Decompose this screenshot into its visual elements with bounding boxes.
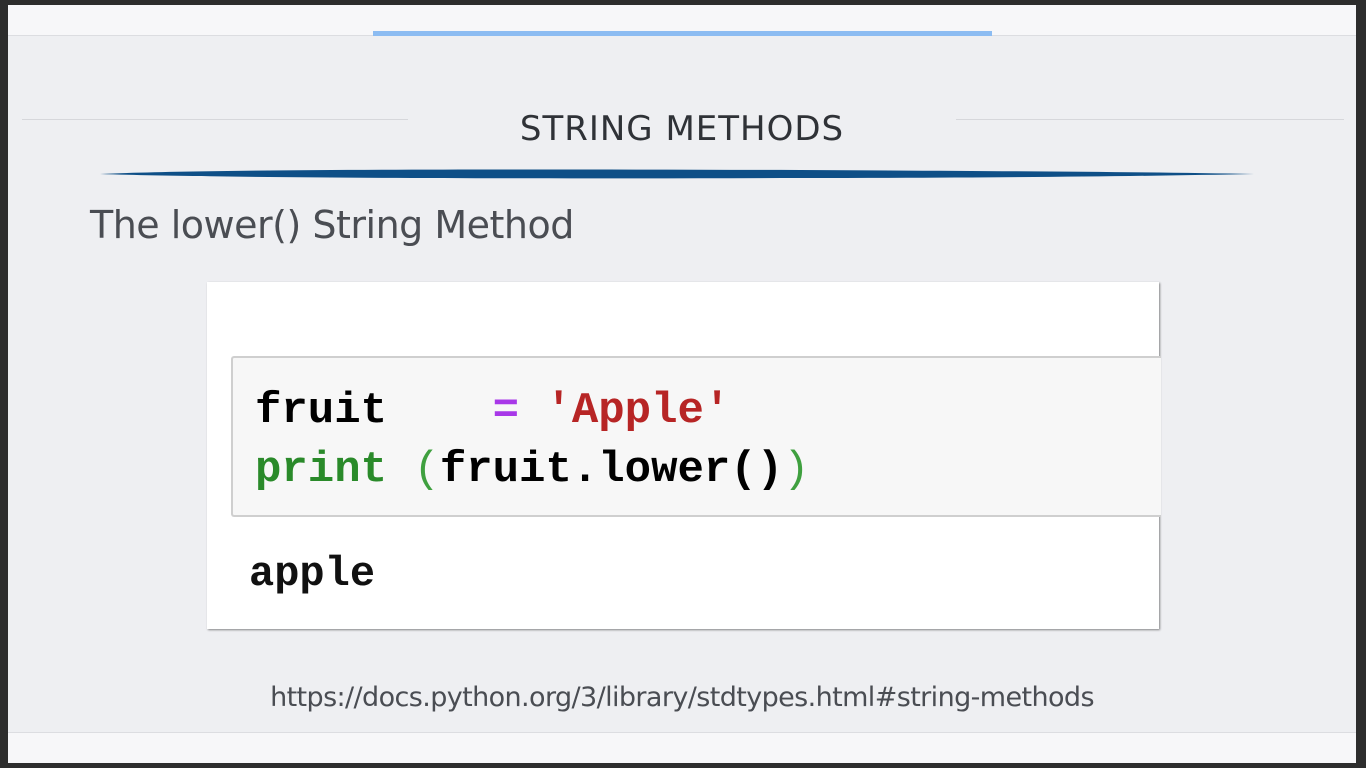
code-operator: = xyxy=(492,386,520,436)
reference-url: https://docs.python.org/3/library/stdtyp… xyxy=(270,682,1094,713)
code-close-paren: ) xyxy=(783,445,810,495)
code-variable: fruit xyxy=(255,386,388,436)
code-line-1: fruit = 'Apple' xyxy=(255,389,730,433)
code-input-cell: fruit = 'Apple' print (fruit.lower()) xyxy=(231,356,1161,517)
slide-title: STRING METHODS xyxy=(519,109,845,149)
title-rule-left xyxy=(22,119,408,120)
accent-bar xyxy=(373,31,992,36)
title-underline-swoosh xyxy=(100,169,1254,179)
code-keyword: print xyxy=(255,445,388,495)
code-line-2: print (fruit.lower()) xyxy=(255,448,810,492)
code-output: apple xyxy=(249,550,376,598)
title-rule-right xyxy=(956,119,1344,120)
code-method-call: fruit.lower() xyxy=(439,445,784,495)
slide-subtitle: The lower() String Method xyxy=(90,203,574,247)
code-spacing xyxy=(387,386,466,436)
code-open-paren: ( xyxy=(413,445,440,495)
presentation-frame: STRING METHODS The lower() String Method… xyxy=(0,0,1366,768)
code-string-literal: 'Apple' xyxy=(545,386,731,436)
slide: STRING METHODS The lower() String Method… xyxy=(8,5,1356,763)
slide-bottom-strip xyxy=(8,732,1356,763)
code-screenshot-card: fruit = 'Apple' print (fruit.lower()) ap… xyxy=(207,282,1161,629)
